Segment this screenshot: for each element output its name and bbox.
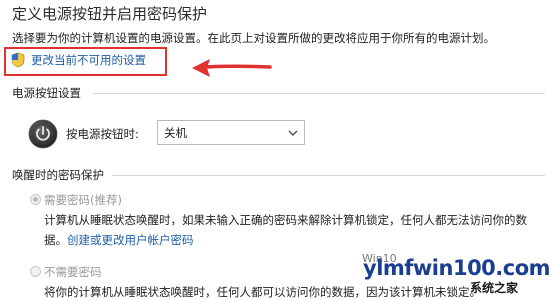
- wake-password-section-title: 唤醒时的密码保护: [12, 168, 104, 182]
- power-button-label: 按电源按钮时:: [66, 127, 139, 141]
- create-change-password-link[interactable]: 创建或更改用户帐户密码: [67, 233, 194, 247]
- page-title: 定义电源按钮并启用密码保护: [12, 5, 208, 23]
- annotation-arrow-icon: [192, 59, 272, 77]
- power-icon: [28, 119, 58, 149]
- require-password-description-cont: 据。创建或更改用户帐户密码: [44, 233, 194, 247]
- require-password-radio[interactable]: [30, 194, 41, 205]
- power-button-action-select[interactable]: 关机: [157, 120, 305, 145]
- power-button-section-title: 电源按钮设置: [12, 86, 81, 100]
- section-divider: [93, 93, 545, 94]
- require-password-description: 计算机从睡眠状态唤醒时，如果未输入正确的密码来解除计算机锁定，任何人都无法访问你…: [44, 213, 527, 227]
- power-button-selected-value: 关机: [164, 125, 187, 140]
- section-divider: [112, 175, 545, 176]
- require-password-label: 需要密码(推荐): [44, 193, 122, 207]
- site-watermark: Win10 ylmfwin100.com 系统之家: [360, 250, 553, 298]
- page-description: 选择要为你的计算机设置的电源设置。在此页上对设置所做的更改将应用于你所有的电源计…: [12, 31, 495, 45]
- watermark-brand: ylmfwin100.com: [363, 256, 551, 280]
- no-password-radio[interactable]: [30, 266, 41, 277]
- no-password-label: 不需要密码: [44, 265, 102, 279]
- chevron-down-icon: [288, 130, 298, 136]
- annotation-highlight-box: [4, 47, 167, 76]
- watermark-chinese: 系统之家: [470, 281, 519, 295]
